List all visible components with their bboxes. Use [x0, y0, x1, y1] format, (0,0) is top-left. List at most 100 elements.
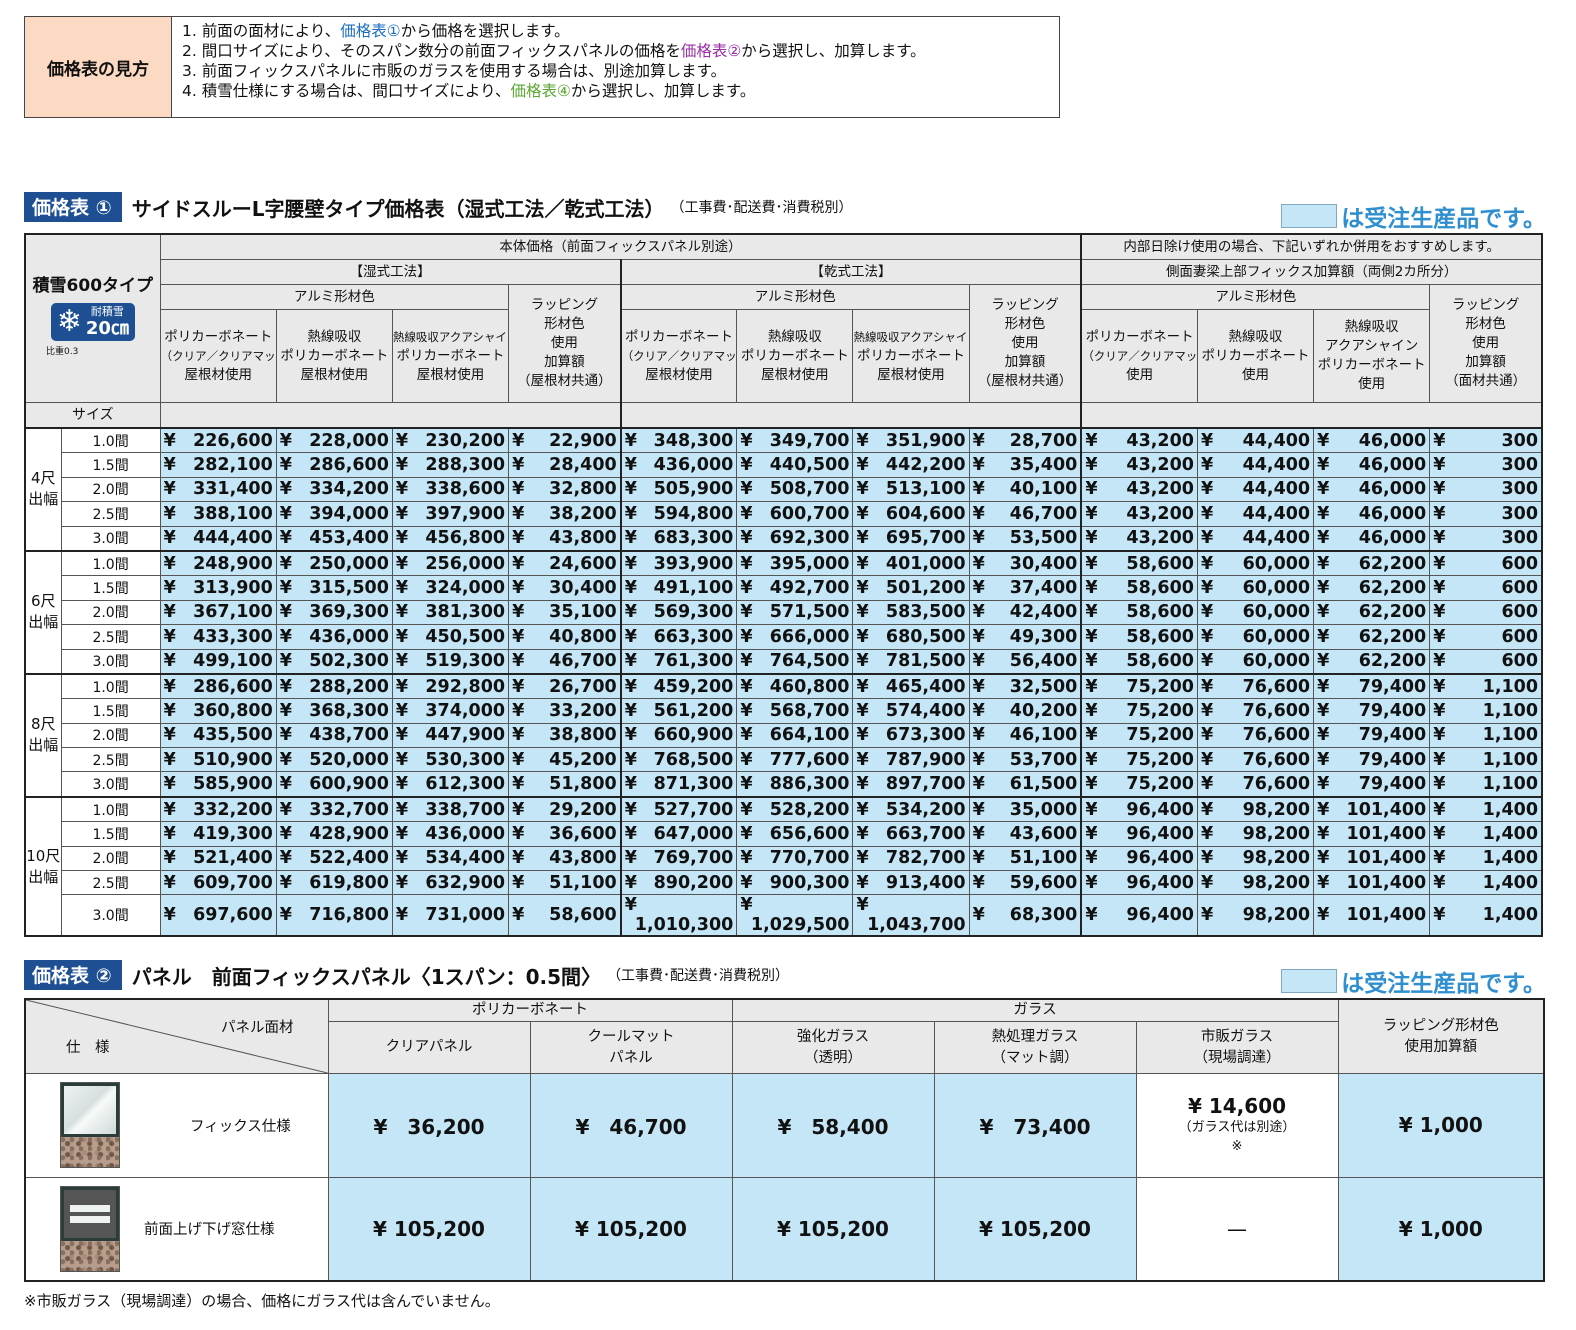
- price-cell: ¥75,200: [1080, 698, 1198, 724]
- price-cell: ¥456,800: [391, 525, 510, 552]
- price-cell: ¥26,700: [508, 672, 622, 700]
- price-cell: ¥1,043,700: [852, 894, 970, 937]
- price-cell: ¥46,000: [1313, 525, 1431, 552]
- price-cell: ¥338,600: [391, 476, 510, 503]
- price-cell: ¥1,100: [1429, 672, 1543, 700]
- price-cell: ¥300: [1429, 452, 1543, 478]
- price-cell: ¥508,700: [736, 476, 854, 503]
- price-cell: ¥30,400: [968, 549, 1082, 577]
- price-cell: ¥101,400: [1313, 845, 1431, 872]
- price-cell: ¥98,200: [1196, 821, 1315, 847]
- price-cell: ¥228,000: [275, 427, 393, 454]
- price-cell: ¥98,200: [1196, 894, 1315, 937]
- header-side: 内部日除け使用の場合、下記いずれか併用をおすすめします。: [1080, 233, 1543, 260]
- price-cell: ¥ 73,400: [933, 1073, 1137, 1178]
- price-cell: ¥51,100: [968, 845, 1082, 872]
- price-cell: ¥79,400: [1313, 722, 1431, 749]
- price-cell: ¥58,600: [1080, 549, 1198, 577]
- price-cell: ¥60,000: [1196, 575, 1315, 601]
- price-cell: ¥98,200: [1196, 870, 1315, 896]
- legend-made-to-order-2: は受注生産品です。: [1281, 964, 1546, 998]
- size-cell: 1.0間: [60, 427, 161, 454]
- price-cell: ¥600: [1429, 624, 1543, 650]
- col-heattreated: 熱処理ガラス （マット調）: [933, 1021, 1137, 1074]
- price-cell: ¥51,100: [508, 870, 622, 896]
- price-cell: ¥58,600: [508, 894, 622, 937]
- price-cell: ¥40,200: [968, 698, 1082, 724]
- size-cell: 2.0間: [60, 599, 161, 626]
- spec-window: 前面上げ下げ窓仕様: [24, 1176, 329, 1282]
- price-cell: ¥530,300: [391, 747, 510, 773]
- price-cell: ¥96,400: [1080, 870, 1198, 896]
- guide-item-2: 2. 間口サイズにより、そのスパン数分の前面フィックスパネルの価格を価格表②から…: [182, 42, 926, 60]
- price-cell: ¥ 105,200: [327, 1176, 531, 1282]
- price-cell: ¥521,400: [159, 845, 277, 872]
- price-cell: ¥683,300: [619, 525, 738, 552]
- price-cell: ¥619,800: [275, 870, 393, 896]
- link-table-4[interactable]: 価格表④: [510, 82, 570, 100]
- price-cell: ¥440,500: [736, 452, 854, 478]
- snow-type-title: 積雪600タイプ: [32, 276, 154, 296]
- col-clear: クリアパネル: [327, 1021, 531, 1074]
- guide-label: 価格表の見方: [25, 17, 172, 117]
- price-cell: ¥101,400: [1313, 795, 1431, 823]
- price-cell: ¥334,200: [275, 476, 393, 503]
- table-row: 8尺出幅 1.0間 ¥286,600 ¥288,200 ¥292,800 ¥26,700 ¥…: [24, 672, 1543, 798]
- price-cell: ¥29,200: [508, 795, 622, 823]
- size-label: サイズ: [24, 402, 161, 429]
- price-cell: ¥428,900: [275, 821, 393, 847]
- size-cell: 2.0間: [60, 722, 161, 749]
- guide-list: 1. 前面の面材により、価格表①から価格を選択します。 2. 間口サイズにより、…: [172, 17, 926, 117]
- price-cell: ¥604,600: [852, 501, 970, 527]
- price-cell: ¥510,900: [159, 747, 277, 773]
- price-cell: ¥62,200: [1313, 648, 1431, 675]
- col-aqua-dry: 熱線吸収アクアシャイン ポリカーボネート 屋根材使用: [852, 309, 970, 403]
- price-cell: ¥43,200: [1080, 476, 1198, 503]
- price-cell: ¥360,800: [159, 698, 277, 724]
- price-cell: ¥505,900: [619, 476, 738, 503]
- price-cell: ¥764,500: [736, 648, 854, 675]
- table1-note: （工事費･配送費･消費税別）: [670, 200, 853, 216]
- price-cell: ¥528,200: [736, 795, 854, 823]
- table-row-fix: フィックス仕様 ¥ 36,200 ¥ 46,700 ¥ 58,400 ¥ 73,…: [24, 1073, 1545, 1178]
- link-table-1[interactable]: 価格表①: [340, 22, 400, 40]
- price-cell: ¥761,300: [619, 648, 738, 675]
- table-row: 2.5間 ¥510,900 ¥520,000 ¥530,300 ¥45,200 ¥768,…: [25, 747, 1543, 773]
- price-cell: ¥444,400: [159, 525, 277, 552]
- price-cell: ¥44,400: [1196, 476, 1315, 503]
- price-cell: ¥96,400: [1080, 821, 1198, 847]
- col-poly-dry: ポリカーボネート（クリア／クリアマット）屋根材使用: [619, 309, 738, 403]
- price-cell: ¥288,300: [391, 452, 510, 478]
- col-heat-dry: 熱線吸収 ポリカーボネート 屋根材使用: [736, 309, 854, 403]
- col-poly-side: ポリカーボネート（クリア／クリアマット）使用: [1080, 309, 1198, 403]
- price-cell: ¥594,800: [619, 501, 738, 527]
- link-table-2[interactable]: 価格表②: [681, 42, 741, 60]
- price-cell: ¥58,600: [1080, 648, 1198, 675]
- price-cell: ¥286,600: [159, 672, 277, 700]
- price-cell: ¥664,100: [736, 722, 854, 749]
- price-cell: ¥46,700: [508, 648, 622, 675]
- price-cell: ¥286,600: [275, 452, 393, 478]
- price-cell: ¥388,100: [159, 501, 277, 527]
- price-cell: ¥28,700: [968, 427, 1082, 454]
- price-cell: ¥574,400: [852, 698, 970, 724]
- price-cell: ¥561,200: [619, 698, 738, 724]
- price-cell: ¥43,200: [1080, 427, 1198, 454]
- group-glass: ガラス: [731, 998, 1339, 1022]
- price-cell: ¥1,400: [1429, 795, 1543, 823]
- price-cell: ¥76,600: [1196, 722, 1315, 749]
- price-cell: ¥656,600: [736, 821, 854, 847]
- price-cell: ¥499,100: [159, 648, 277, 675]
- table2-title: パネル 前面フィックスパネル〈1スパン：0.5間〉: [131, 964, 602, 989]
- price-cell: ¥75,200: [1080, 771, 1198, 798]
- price-cell: ¥282,100: [159, 452, 277, 478]
- price-cell: ¥436,000: [619, 452, 738, 478]
- price-cell: ¥46,000: [1313, 476, 1431, 503]
- price-cell: ¥663,700: [852, 821, 970, 847]
- price-cell: ¥62,200: [1313, 599, 1431, 626]
- size-cell: 3.0間: [60, 894, 161, 937]
- price-cell: ¥419,300: [159, 821, 277, 847]
- price-cell: ¥666,000: [736, 624, 854, 650]
- price-cell: ¥ 58,400: [731, 1073, 935, 1178]
- header-wrap-wet: ラッピング 形材色 使用 加算額 （屋根材共通）: [508, 284, 622, 403]
